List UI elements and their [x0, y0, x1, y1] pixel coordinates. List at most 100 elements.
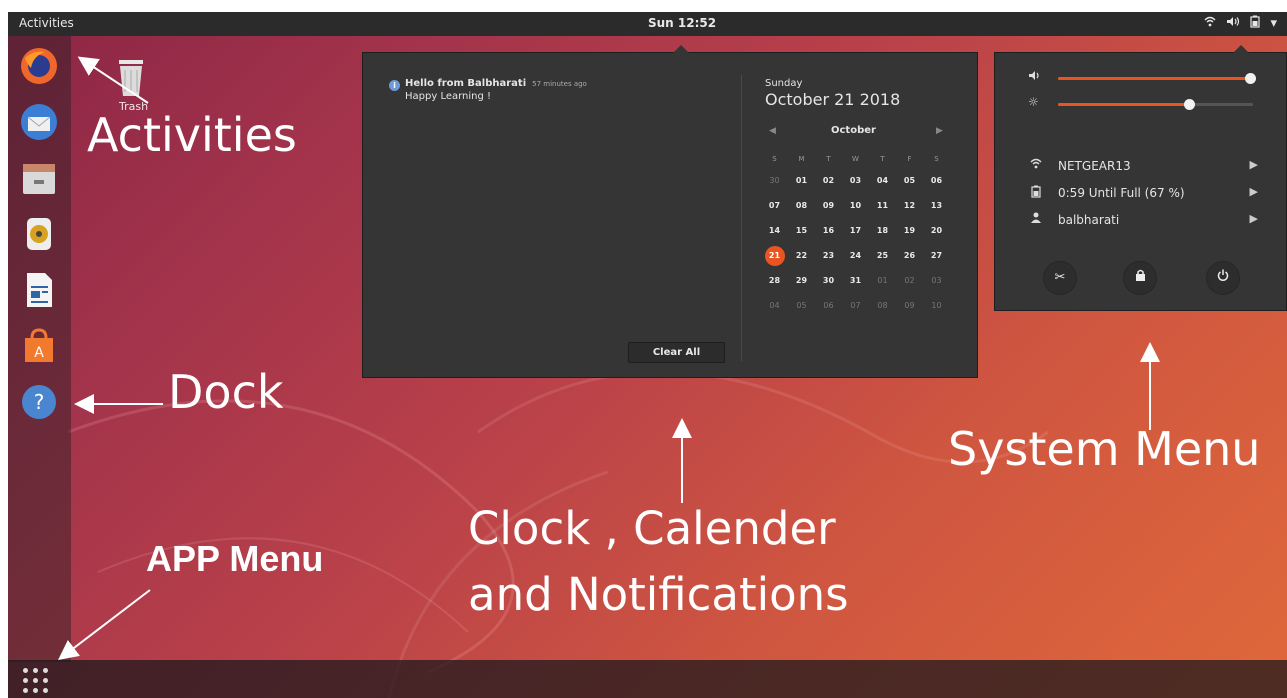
weekday-header: T — [826, 155, 831, 163]
calendar-day[interactable]: 04 — [869, 171, 896, 191]
files-icon[interactable] — [17, 156, 61, 200]
calendar-day[interactable]: 08 — [869, 296, 896, 316]
info-icon: i — [389, 80, 400, 91]
user-label: balbharati — [1058, 213, 1120, 227]
clock-button[interactable]: Sun 12:52 — [648, 16, 716, 30]
power-button[interactable] — [1206, 261, 1240, 295]
calendar-day[interactable]: 10 — [923, 296, 950, 316]
weekday-header: W — [852, 155, 859, 163]
power-icon — [1217, 269, 1229, 285]
calendar-day[interactable]: 06 — [815, 296, 842, 316]
calendar-day-today[interactable]: 21 — [764, 246, 785, 266]
annotation-system-menu: System Menu — [948, 422, 1261, 476]
calendar-day[interactable]: 15 — [788, 221, 815, 241]
notification-title: Hello from Balbharati 57 minutes ago — [405, 78, 587, 89]
brightness-slider[interactable] — [1058, 99, 1253, 110]
settings-button[interactable]: ✂ — [1043, 261, 1077, 295]
system-tray[interactable]: ▾ — [1204, 15, 1277, 32]
calendar-day[interactable]: 28 — [761, 271, 788, 291]
bottom-bar — [8, 660, 1287, 698]
calendar-day[interactable]: 29 — [788, 271, 815, 291]
calendar-day[interactable]: 01 — [788, 171, 815, 191]
calendar-day[interactable]: 05 — [896, 171, 923, 191]
chevron-right-icon: ▶ — [1249, 212, 1258, 225]
calendar-day[interactable]: 18 — [869, 221, 896, 241]
calendar-day[interactable]: 24 — [842, 246, 869, 266]
next-month-icon[interactable]: ▶ — [936, 126, 943, 136]
calendar-day[interactable]: 22 — [788, 246, 815, 266]
divider — [741, 75, 742, 361]
calendar-day[interactable]: 04 — [761, 296, 788, 316]
calendar-day[interactable]: 17 — [842, 221, 869, 241]
calendar-day[interactable]: 12 — [896, 196, 923, 216]
battery-icon — [1028, 185, 1044, 201]
calendar-day[interactable]: 09 — [815, 196, 842, 216]
libreoffice-writer-icon[interactable] — [17, 268, 61, 312]
chevron-right-icon: ▶ — [1249, 185, 1258, 198]
calendar-day[interactable]: 07 — [842, 296, 869, 316]
activities-button[interactable]: Activities — [19, 16, 74, 30]
calendar-day[interactable]: 05 — [788, 296, 815, 316]
battery-menu-item[interactable]: 0:59 Until Full (67 %) ▶ — [1028, 184, 1258, 204]
user-menu-item[interactable]: balbharati ▶ — [1028, 211, 1258, 231]
calendar-day[interactable]: 03 — [923, 271, 950, 291]
show-applications-button[interactable] — [23, 668, 53, 698]
calendar-day[interactable]: 06 — [923, 171, 950, 191]
weekday-header: T — [880, 155, 885, 163]
rhythmbox-icon[interactable] — [17, 212, 61, 256]
calendar-day[interactable]: 01 — [869, 271, 896, 291]
calendar-day[interactable]: 03 — [842, 171, 869, 191]
ubuntu-software-icon[interactable]: A — [17, 324, 61, 368]
trash-icon[interactable] — [111, 56, 157, 104]
system-menu-popup: ☼ NETGEAR13 ▶ 0:59 Until Full (67 %) ▶ b… — [994, 45, 1287, 311]
calendar-day[interactable]: 31 — [842, 271, 869, 291]
calendar-day[interactable]: 16 — [815, 221, 842, 241]
lock-button[interactable] — [1123, 261, 1157, 295]
chevron-right-icon: ▶ — [1249, 158, 1258, 171]
calendar-day[interactable]: 25 — [869, 246, 896, 266]
volume-slider-knob[interactable] — [1245, 73, 1256, 84]
calendar-day[interactable]: 13 — [923, 196, 950, 216]
wifi-menu-item[interactable]: NETGEAR13 ▶ — [1028, 157, 1258, 177]
calendar-day[interactable]: 02 — [815, 171, 842, 191]
dropdown-icon[interactable]: ▾ — [1270, 16, 1277, 31]
calendar-day[interactable]: 11 — [869, 196, 896, 216]
weekday-header: S — [934, 155, 939, 163]
previous-month-icon[interactable]: ◀ — [769, 126, 776, 136]
lock-icon — [1135, 269, 1146, 285]
annotation-activities: Activities — [87, 108, 297, 162]
calendar-day[interactable]: 19 — [896, 221, 923, 241]
calendar-day[interactable]: 20 — [923, 221, 950, 241]
wifi-label: NETGEAR13 — [1058, 159, 1131, 173]
calendar-day[interactable]: 23 — [815, 246, 842, 266]
volume-slider[interactable] — [1058, 73, 1256, 84]
calendar-day[interactable]: 26 — [896, 246, 923, 266]
battery-label: 0:59 Until Full (67 %) — [1058, 186, 1185, 200]
calendar-day[interactable]: 10 — [842, 196, 869, 216]
brightness-slider-knob[interactable] — [1183, 99, 1195, 110]
weekday-header: F — [907, 155, 912, 163]
volume-icon[interactable] — [1226, 16, 1240, 31]
calendar-day[interactable]: 07 — [761, 196, 788, 216]
calendar-notification-popup: i Hello from Balbharati 57 minutes ago Ha… — [362, 45, 978, 378]
calendar-day[interactable]: 02 — [896, 271, 923, 291]
svg-text:?: ? — [34, 390, 45, 414]
weekday-header: S — [772, 155, 777, 163]
clear-all-button[interactable]: Clear All — [628, 342, 725, 363]
notification-time: 57 minutes ago — [532, 80, 587, 88]
top-bar: Activities Sun 12:52 ▾ — [8, 12, 1287, 36]
calendar-day[interactable]: 30 — [815, 271, 842, 291]
battery-icon[interactable] — [1250, 15, 1261, 32]
weekday-header: M — [798, 155, 805, 163]
wifi-icon[interactable] — [1204, 16, 1216, 31]
calendar-day[interactable]: 08 — [788, 196, 815, 216]
calendar-month: October — [831, 125, 876, 136]
calendar-day[interactable]: 27 — [923, 246, 950, 266]
notification-item[interactable]: i Hello from Balbharati 57 minutes ago Ha… — [389, 78, 587, 102]
help-icon[interactable]: ? — [17, 380, 61, 424]
firefox-icon[interactable] — [17, 44, 61, 88]
calendar-day[interactable]: 30 — [761, 171, 788, 191]
thunderbird-icon[interactable] — [17, 100, 61, 144]
calendar-day[interactable]: 14 — [761, 221, 788, 241]
calendar-day[interactable]: 09 — [896, 296, 923, 316]
